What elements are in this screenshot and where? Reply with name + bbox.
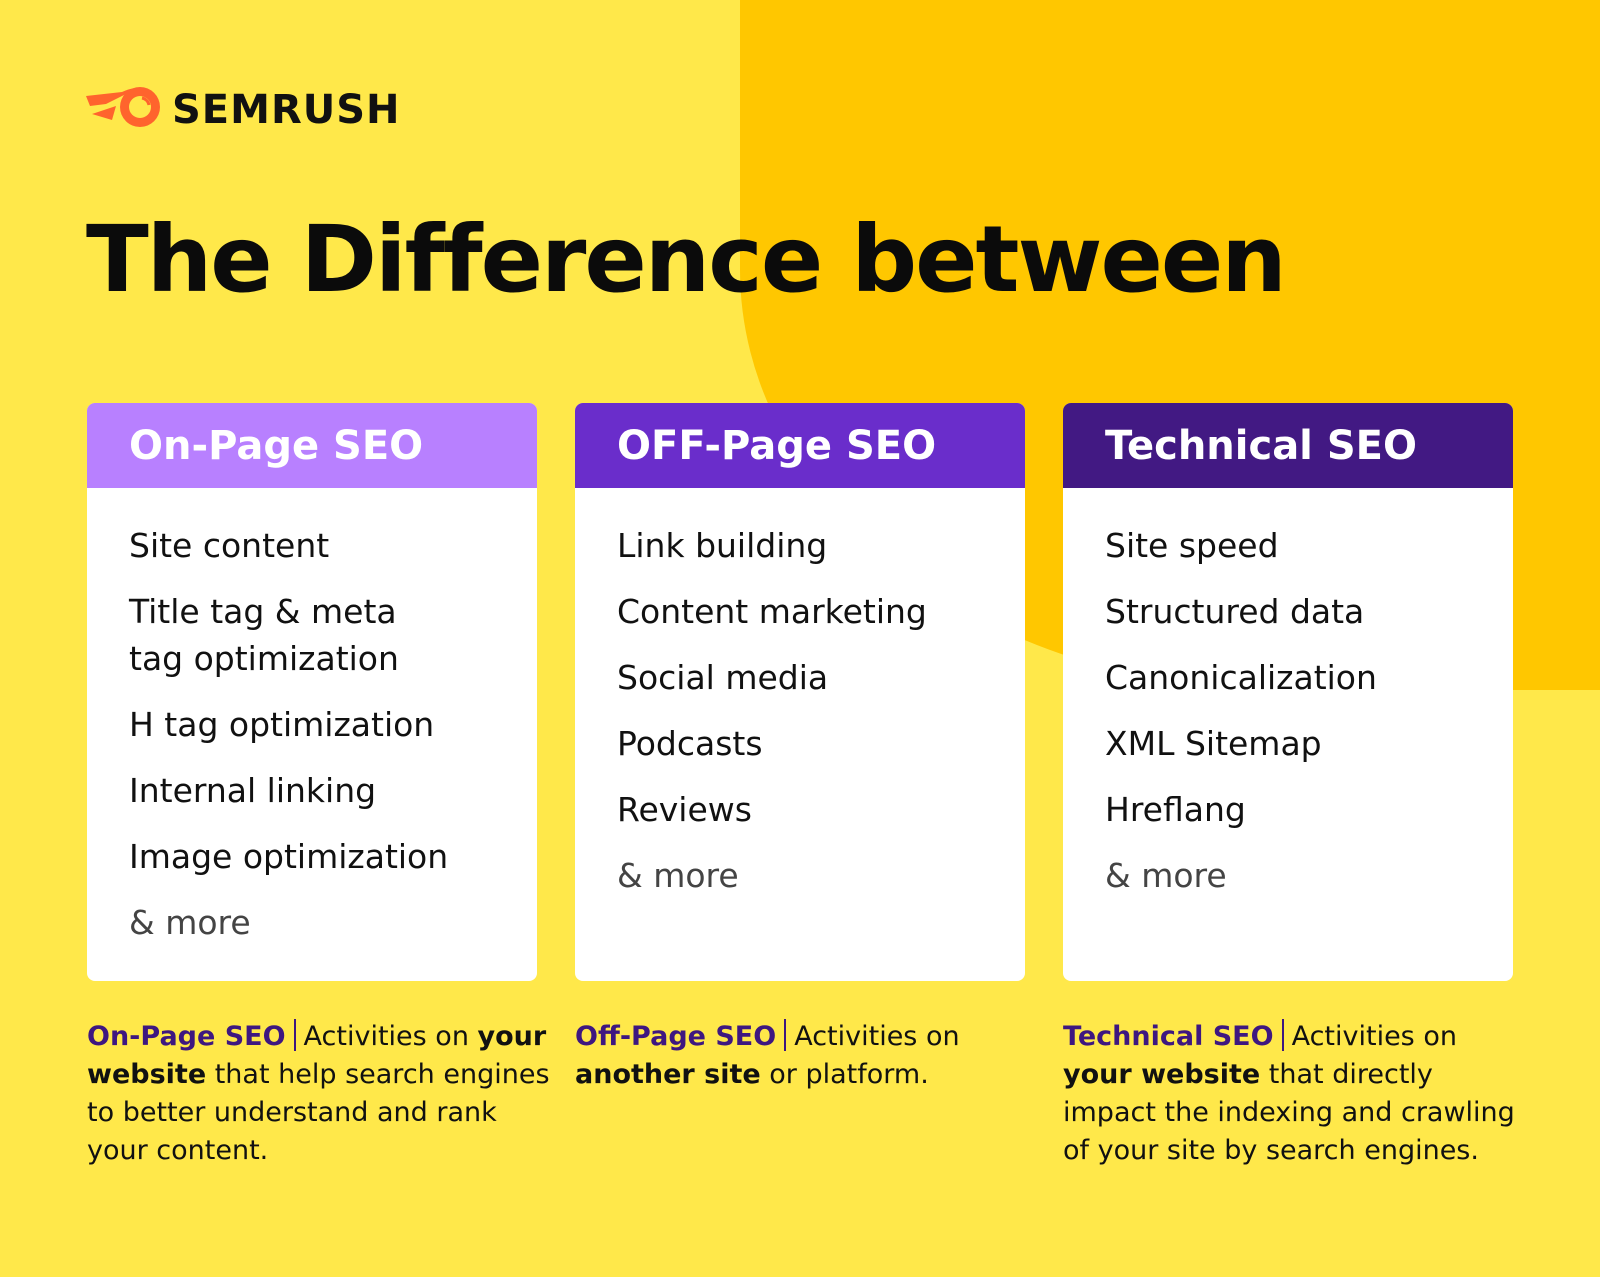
semrush-comet-icon xyxy=(86,84,162,135)
list-item: Content marketing xyxy=(617,592,927,631)
note-technical-seo: Technical SEO Activities on your website … xyxy=(1063,1018,1523,1170)
list-item: Canonicalization xyxy=(1105,658,1377,697)
note-label: Technical SEO xyxy=(1063,1021,1274,1052)
card-header: OFF-Page SEO xyxy=(575,403,1025,488)
separator xyxy=(1281,1019,1284,1051)
list-item: H tag optimization xyxy=(129,705,435,744)
note-on-page-seo: On-Page SEO Activities on your website th… xyxy=(87,1018,557,1170)
note-emphasis: another site xyxy=(575,1059,761,1090)
brand-name: SEMRUSH xyxy=(172,86,401,133)
list-item-more: & more xyxy=(129,903,251,942)
list-item: XML Sitemap xyxy=(1105,724,1322,763)
card-off-page-seo: OFF-Page SEO Link building Content marke… xyxy=(575,403,1025,981)
separator xyxy=(784,1019,787,1051)
note-text: Activities on xyxy=(794,1021,960,1052)
list-item: Reviews xyxy=(617,790,752,829)
note-label: On-Page SEO xyxy=(87,1021,286,1052)
note-emphasis: your website xyxy=(1063,1059,1261,1090)
page-title: The Difference between xyxy=(86,206,1287,313)
list-item: Site speed xyxy=(1105,526,1279,565)
separator xyxy=(293,1019,296,1051)
note-off-page-seo: Off-Page SEO Activities on another site o… xyxy=(575,1018,975,1094)
card-on-page-seo: On-Page SEO Site content Title tag & met… xyxy=(87,403,537,981)
list-item-more: & more xyxy=(1105,856,1227,895)
note-text: Activities on xyxy=(303,1021,478,1052)
list-item: Internal linking xyxy=(129,771,377,810)
card-technical-seo: Technical SEO Site speed Structured data… xyxy=(1063,403,1513,981)
card-header: On-Page SEO xyxy=(87,403,537,488)
note-text: or platform. xyxy=(760,1059,929,1090)
note-text: Activities on xyxy=(1291,1021,1457,1052)
list-item: Title tag & meta tag optimization xyxy=(129,592,399,678)
list-item: Image optimization xyxy=(129,837,449,876)
list-item: Podcasts xyxy=(617,724,763,763)
card-header: Technical SEO xyxy=(1063,403,1513,488)
list-item-more: & more xyxy=(617,856,739,895)
semrush-logo: SEMRUSH xyxy=(86,84,401,135)
list-item: Structured data xyxy=(1105,592,1365,631)
list-item: Hreflang xyxy=(1105,790,1246,829)
list-item: Link building xyxy=(617,526,828,565)
list-item: Social media xyxy=(617,658,829,697)
list-item: Site content xyxy=(129,526,330,565)
note-label: Off-Page SEO xyxy=(575,1021,777,1052)
